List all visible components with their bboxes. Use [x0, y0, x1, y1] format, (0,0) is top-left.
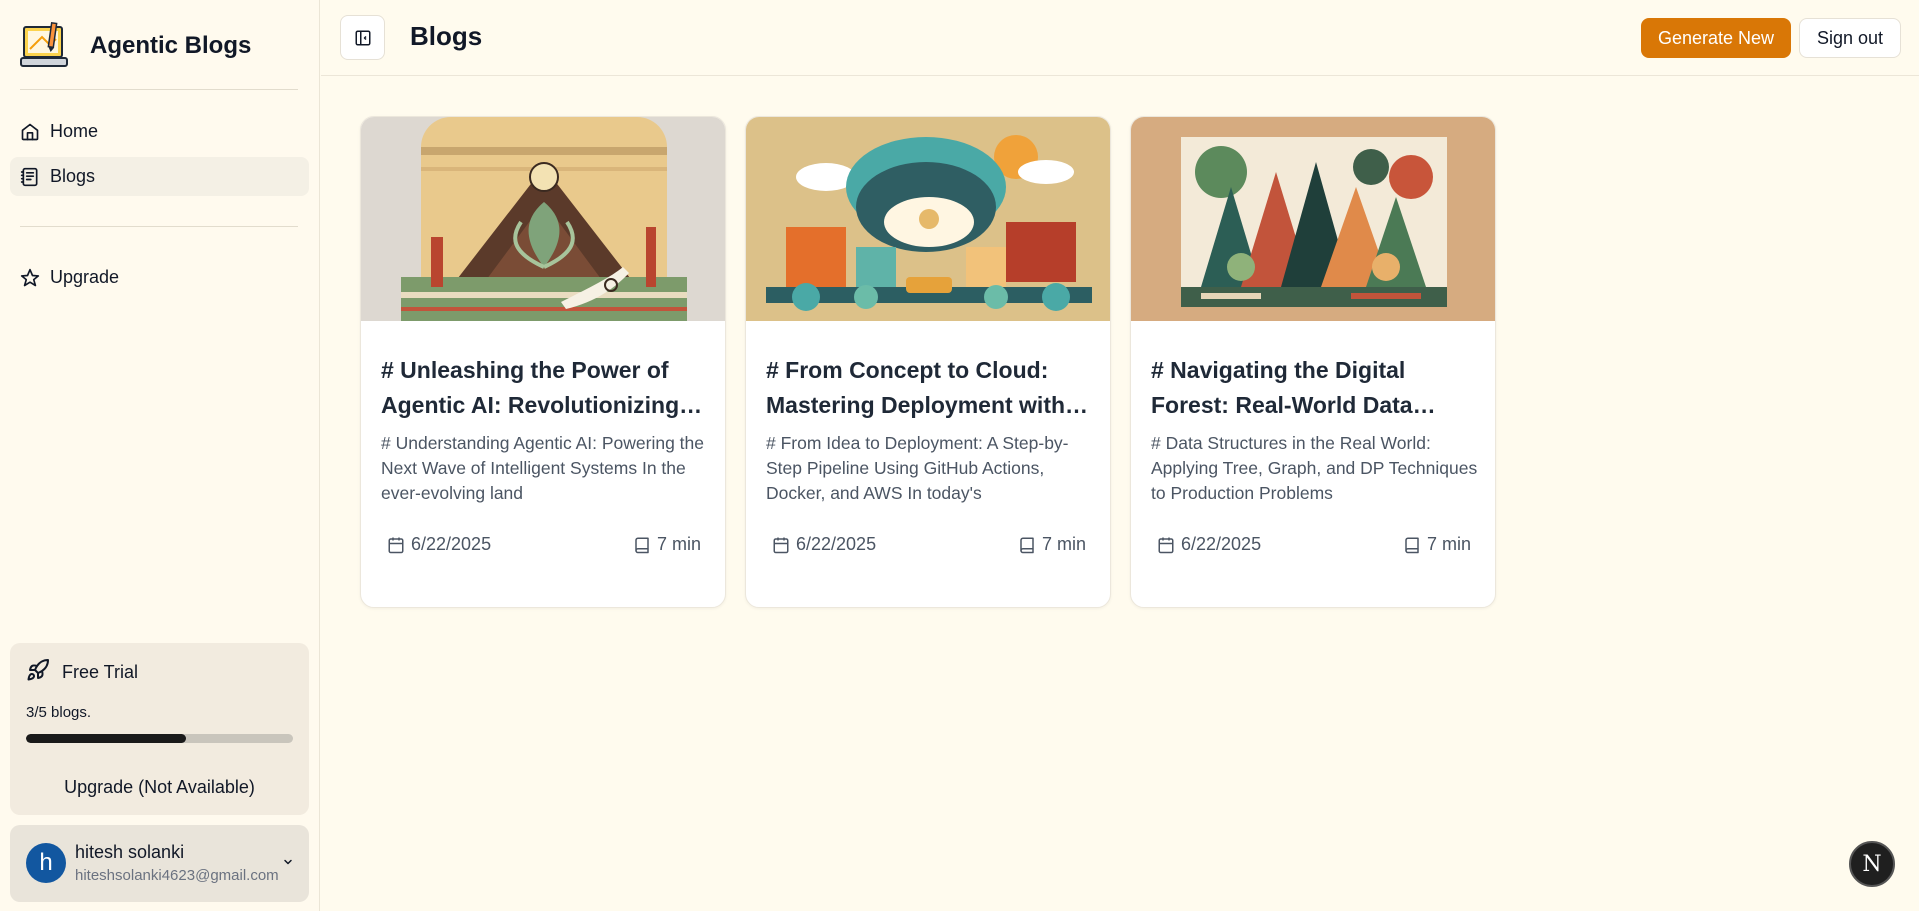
- blog-cover-image: [361, 117, 725, 321]
- blog-date-text: 6/22/2025: [796, 534, 877, 554]
- sidebar-divider: [20, 226, 298, 227]
- free-trial-card: Free Trial 3/5 blogs. Upgrade (Not Avail…: [10, 643, 309, 815]
- blog-cover-image: [746, 117, 1110, 321]
- book-icon: [635, 537, 649, 553]
- blog-date: 6/22/2025: [387, 534, 491, 555]
- blog-read-time-text: 7 min: [656, 534, 701, 554]
- trial-progress-bar: [26, 734, 293, 743]
- sidebar-item-home[interactable]: Home: [10, 112, 309, 151]
- sidebar-divider: [20, 89, 298, 90]
- chevron-down-icon: [282, 855, 294, 873]
- upgrade-button[interactable]: Upgrade (Not Available): [10, 777, 309, 798]
- blog-read-time: 7 min: [633, 534, 701, 555]
- user-name: hitesh solanki: [75, 842, 185, 862]
- book-icon: [1020, 537, 1034, 553]
- app-name: Agentic Blogs: [90, 32, 252, 59]
- blog-read-time: 7 min: [1403, 534, 1471, 555]
- user-email: hiteshsolanki4623@gmail.com: [75, 867, 279, 884]
- sidebar: Agentic Blogs Home Blogs Upgrade Free Tr…: [0, 0, 320, 911]
- calendar-icon: [773, 537, 789, 553]
- sidebar-item-label: Upgrade: [50, 267, 120, 287]
- blog-date: 6/22/2025: [772, 534, 876, 555]
- blog-read-time: 7 min: [1018, 534, 1086, 555]
- trial-progress-fill: [26, 734, 187, 743]
- sidebar-item-label: Home: [50, 121, 99, 141]
- blog-read-time-text: 7 min: [1041, 534, 1086, 554]
- calendar-icon: [1158, 537, 1174, 553]
- sidebar-item-blogs[interactable]: Blogs: [10, 157, 309, 196]
- blog-excerpt: # From Idea to Deployment: A Step-by-Ste…: [766, 433, 1069, 503]
- sidebar-toggle-button[interactable]: [340, 15, 385, 60]
- blog-date-text: 6/22/2025: [411, 534, 492, 554]
- blog-card[interactable]: # Unleashing the Power of Agentic AI: Re…: [360, 116, 726, 608]
- nextjs-dev-badge[interactable]: N: [1849, 841, 1895, 887]
- calendar-icon: [388, 537, 404, 553]
- blog-excerpt: # Understanding Agentic AI: Powering the…: [381, 433, 704, 503]
- top-header: Blogs Generate New Sign out: [321, 0, 1919, 76]
- sidebar-item-label: Blogs: [50, 166, 96, 186]
- blog-title: # Unleashing the Power of Agentic AI: Re…: [381, 357, 680, 418]
- blog-title: # Navigating the Digital Forest: Real-Wo…: [1151, 357, 1413, 418]
- avatar: h: [26, 843, 66, 883]
- blog-title: # From Concept to Cloud: Mastering Deplo…: [766, 357, 1066, 418]
- blogs-icon: [20, 167, 40, 187]
- generate-new-button[interactable]: Generate New: [1641, 18, 1791, 58]
- trial-title: Free Trial: [62, 662, 139, 682]
- rocket-icon: [26, 658, 50, 687]
- user-menu[interactable]: h hitesh solanki hiteshsolanki4623@gmail…: [10, 825, 309, 902]
- sidebar-item-upgrade[interactable]: Upgrade: [10, 258, 309, 297]
- blog-card[interactable]: # Navigating the Digital Forest: Real-Wo…: [1130, 116, 1496, 608]
- brand[interactable]: Agentic Blogs: [20, 18, 251, 74]
- trial-usage-text: 3/5 blogs.: [26, 704, 92, 721]
- sign-out-button[interactable]: Sign out: [1799, 18, 1901, 58]
- blog-excerpt: # Data Structures in the Real World: App…: [1151, 433, 1478, 503]
- page-title: Blogs: [410, 21, 483, 51]
- star-icon: [20, 268, 40, 288]
- book-icon: [1405, 537, 1419, 553]
- blog-cover-image: [1131, 117, 1495, 321]
- blog-date: 6/22/2025: [1157, 534, 1261, 555]
- home-icon: [20, 122, 40, 142]
- blog-card[interactable]: # From Concept to Cloud: Mastering Deplo…: [745, 116, 1111, 608]
- panel-left-icon: [355, 30, 370, 45]
- blog-date-text: 6/22/2025: [1181, 534, 1262, 554]
- blog-read-time-text: 7 min: [1426, 534, 1471, 554]
- laptop-pencil-logo-icon: [20, 21, 68, 67]
